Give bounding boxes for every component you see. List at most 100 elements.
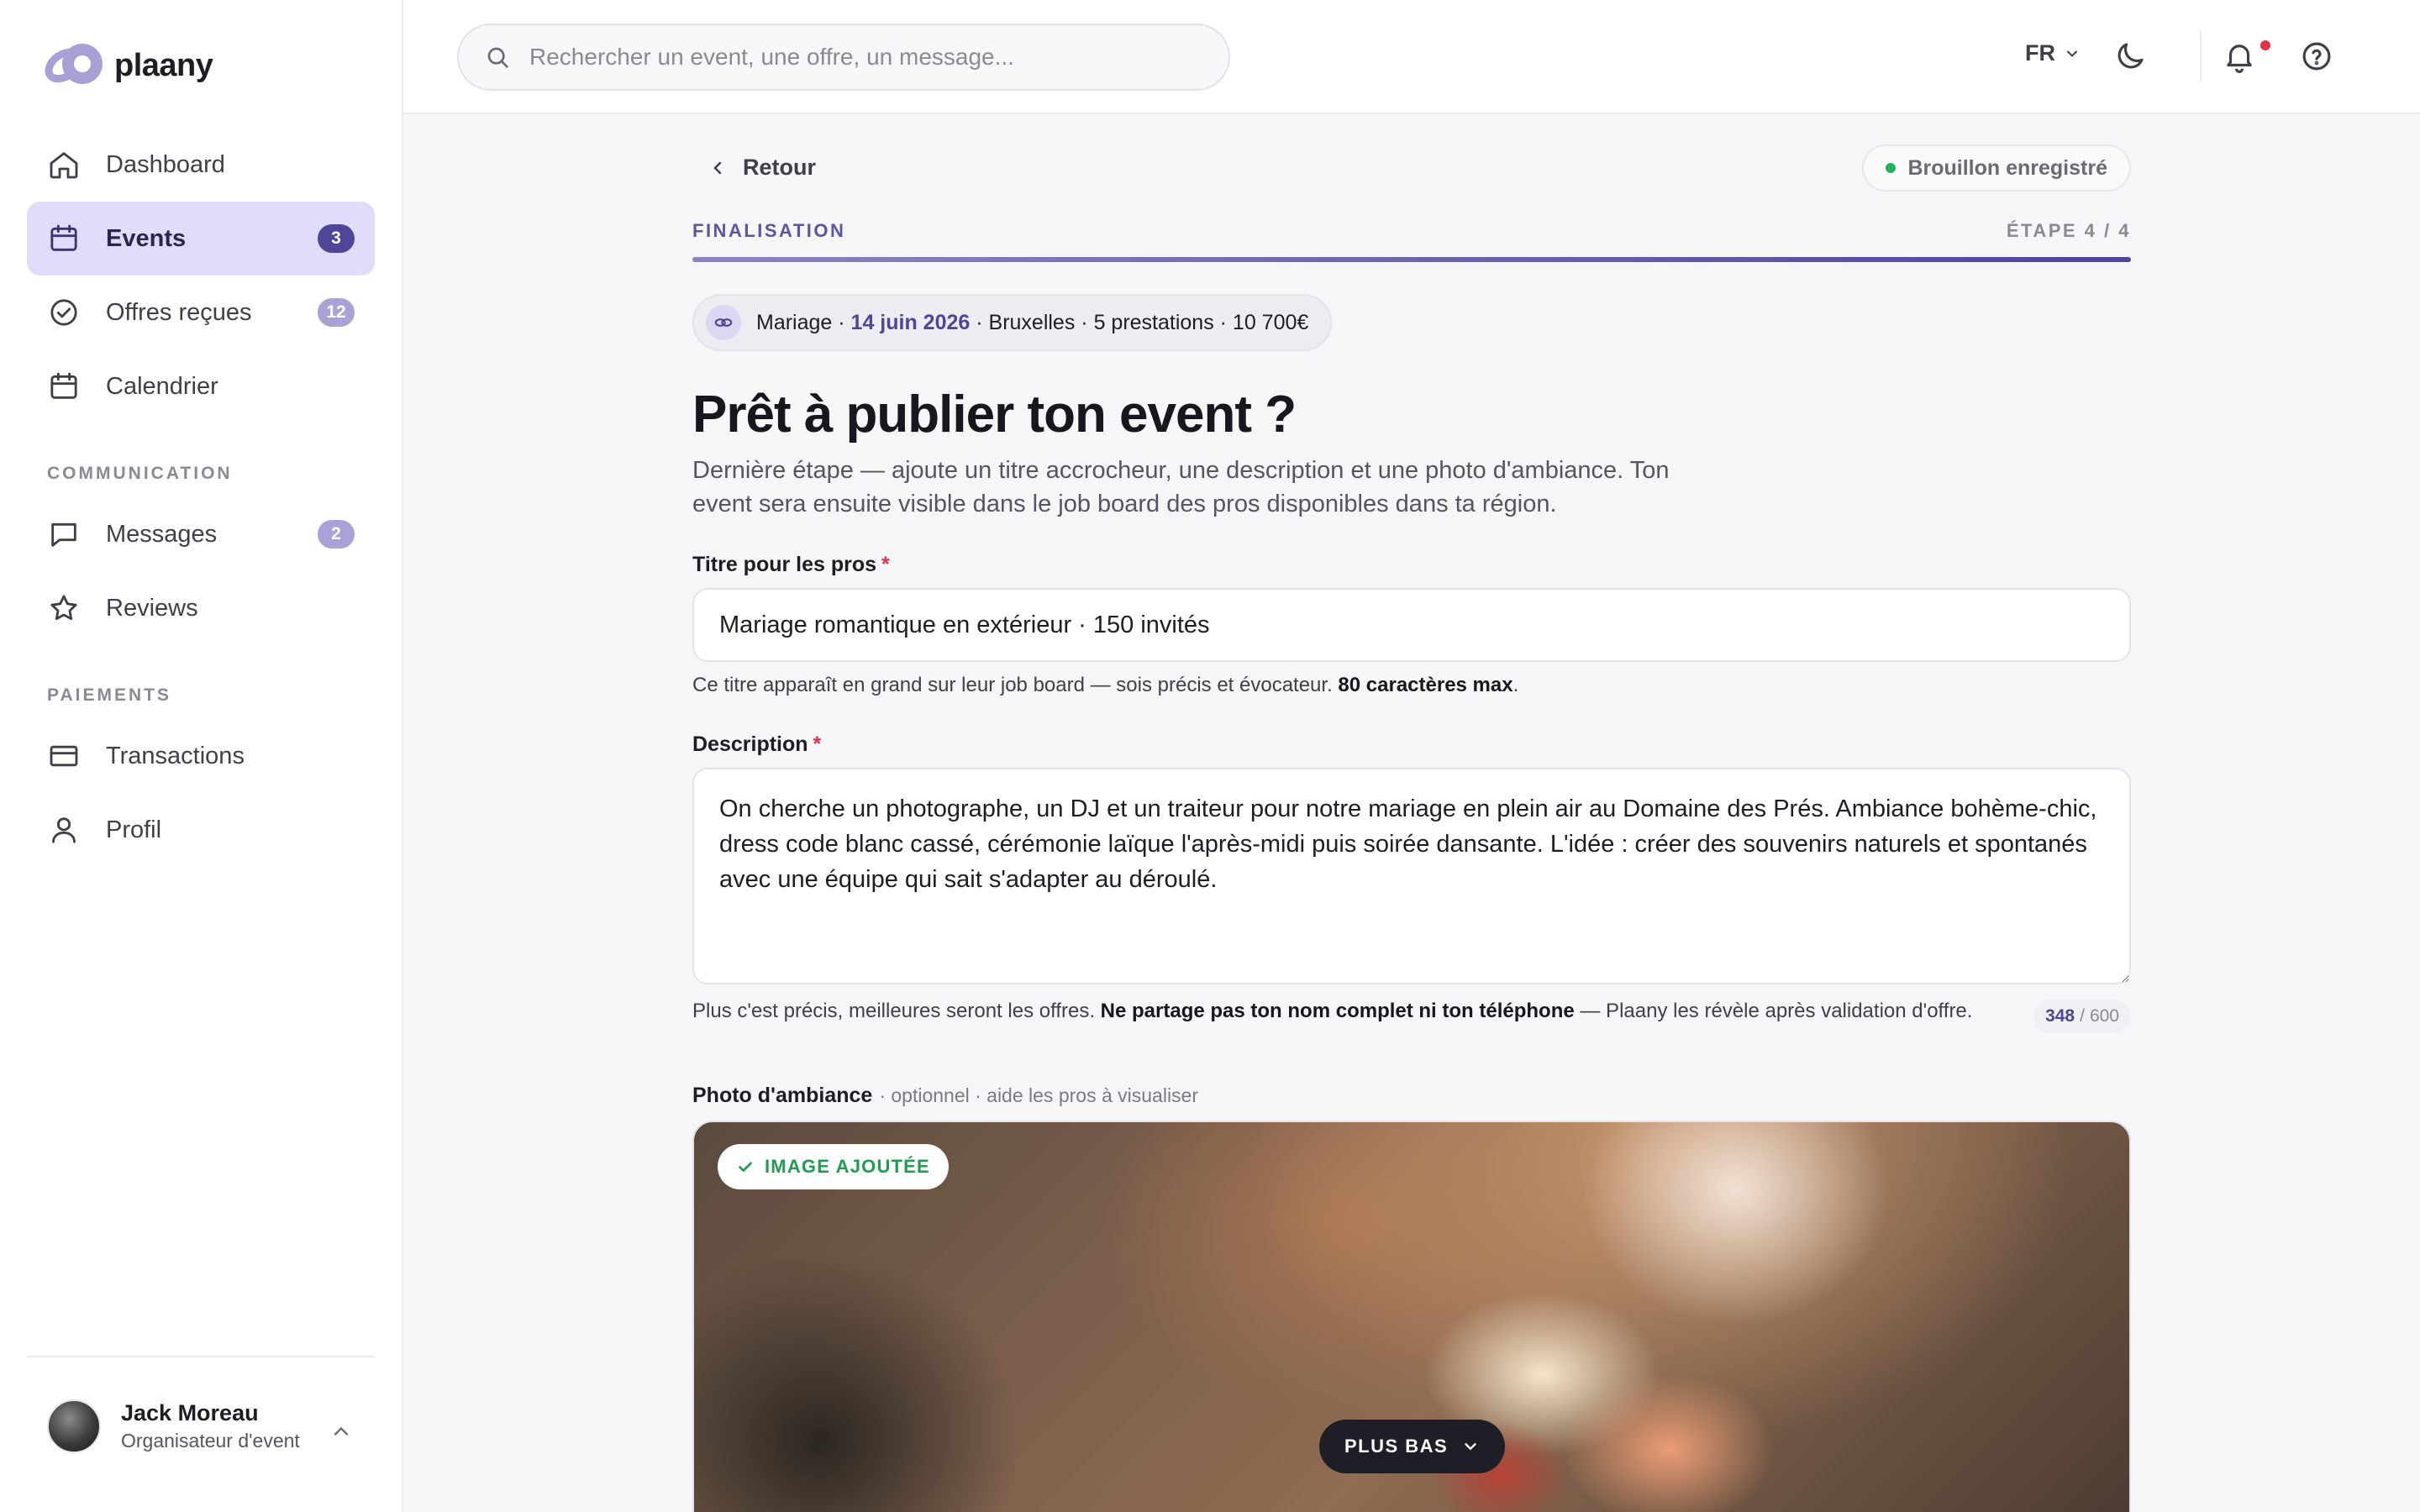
- section-label-paiements: PAIEMENTS: [47, 685, 171, 705]
- topbar: FR: [403, 0, 2420, 114]
- user-role: Organisateur d'event: [121, 1430, 300, 1452]
- sidebar-item-label: Transactions: [106, 742, 245, 769]
- required-mark: *: [881, 553, 890, 576]
- notifications-button[interactable]: [2222, 39, 2257, 74]
- character-count-separator: /: [2080, 1006, 2085, 1026]
- sidebar-item-label: Profil: [106, 816, 162, 843]
- required-mark: *: [813, 732, 822, 756]
- bell-icon: [2227, 45, 2252, 73]
- image-added-label: IMAGE AJOUTÉE: [765, 1156, 930, 1177]
- photo-field-label-text: Photo d'ambiance: [692, 1084, 873, 1107]
- character-count: 348: [2045, 1006, 2075, 1026]
- sidebar-item-transactions[interactable]: Transactions: [27, 719, 375, 793]
- back-label: Retour: [743, 155, 816, 180]
- sidebar: plaany Dashboard Events 3 Offres reçues …: [0, 0, 403, 1512]
- language-label: FR: [2025, 40, 2055, 66]
- image-added-badge: IMAGE AJOUTÉE: [718, 1144, 949, 1189]
- moon-icon: [2118, 43, 2144, 69]
- language-selector[interactable]: FR: [2025, 40, 2081, 66]
- help-icon: [2302, 42, 2331, 71]
- summary-separator: ·: [970, 310, 989, 334]
- summary-type: Mariage: [756, 310, 833, 334]
- summary-separator: ·: [832, 310, 851, 334]
- page-subtitle: Dernière étape — ajoute un titre accroch…: [692, 457, 1670, 517]
- draft-status-badge: Brouillon enregistré: [1862, 144, 2131, 192]
- progress-fill: [692, 257, 2131, 262]
- summary-separator: ·: [1213, 310, 1233, 334]
- avatar: [47, 1399, 101, 1453]
- summary-budget: 10 700€: [1232, 310, 1309, 334]
- photo-field-label: Photo d'ambiance · optionnel · aide les p…: [692, 1084, 1198, 1108]
- calendar-icon: [47, 370, 81, 403]
- sidebar-item-offres[interactable]: Offres reçues 12: [27, 276, 375, 349]
- summary-separator: ·: [1075, 310, 1094, 334]
- title-hint-suffix: .: [1512, 674, 1519, 696]
- sidebar-divider: [27, 1356, 375, 1357]
- chevron-up-icon[interactable]: [329, 1420, 353, 1443]
- user-icon: [47, 813, 81, 847]
- title-input[interactable]: [692, 588, 2131, 662]
- plaany-logo-icon: [45, 44, 103, 84]
- search-bar[interactable]: [457, 24, 1230, 91]
- brand-logo[interactable]: plaany: [42, 42, 213, 89]
- star-icon: [47, 591, 81, 625]
- message-icon: [47, 517, 81, 551]
- check-icon: [739, 1162, 752, 1172]
- sidebar-item-events[interactable]: Events 3: [27, 202, 375, 276]
- offers-count-badge: 12: [318, 298, 355, 327]
- sidebar-item-label: Calendrier: [106, 372, 218, 400]
- scroll-down-label: PLUS BAS: [1344, 1436, 1449, 1457]
- title-hint-text: Ce titre apparaît en grand sur leur job …: [692, 674, 1339, 696]
- user-name: Jack Moreau: [121, 1400, 259, 1425]
- home-icon: [47, 148, 81, 181]
- step-count: ÉTAPE 4 / 4: [2006, 220, 2131, 241]
- sidebar-item-calendrier[interactable]: Calendrier: [27, 349, 375, 423]
- sidebar-item-label: Events: [106, 224, 187, 252]
- character-counter: 348 / 600: [2033, 1000, 2131, 1033]
- event-summary-chip: Mariage · 14 juin 2026 · Bruxelles · 5 p…: [692, 294, 1333, 351]
- dark-mode-toggle[interactable]: [2112, 39, 2148, 74]
- description-textarea[interactable]: On cherche un photographe, un DJ et un t…: [692, 768, 2131, 984]
- summary-services: 5 prestations: [1093, 310, 1214, 334]
- description-hint-text: Plus c'est précis, meilleures seront les…: [692, 1000, 1101, 1022]
- notification-dot: [2260, 40, 2270, 50]
- calendar-icon: [47, 222, 81, 255]
- chevron-left-icon: [713, 161, 722, 174]
- search-input[interactable]: [529, 44, 1203, 71]
- chevron-down-icon: [2067, 50, 2077, 57]
- events-count-badge: 3: [318, 224, 355, 253]
- summary-city: Bruxelles: [988, 310, 1076, 334]
- help-button[interactable]: [2299, 39, 2334, 74]
- draft-status-label: Brouillon enregistré: [1907, 155, 2107, 180]
- photo-optional-note: · optionnel · aide les pros à visualiser: [879, 1084, 1199, 1106]
- link-icon: [714, 318, 733, 327]
- page-title: Prêt à publier ton event ?: [692, 386, 1297, 444]
- progress-bar: [692, 257, 2131, 262]
- sidebar-item-label: Offres reçues: [106, 298, 252, 326]
- status-dot: [1886, 163, 1897, 173]
- back-link[interactable]: Retour: [708, 155, 816, 181]
- description-field-label-text: Description: [692, 732, 808, 756]
- check-circle-icon: [47, 296, 81, 329]
- description-hint-bold: Ne partage pas ton nom complet ni ton té…: [1100, 1000, 1575, 1022]
- sidebar-item-label: Messages: [106, 520, 218, 548]
- section-label-communication: COMMUNICATION: [47, 464, 233, 483]
- title-hint: Ce titre apparaît en grand sur leur job …: [692, 672, 1518, 699]
- title-field-label-text: Titre pour les pros: [692, 553, 877, 576]
- title-hint-bold: 80 caractères max: [1338, 674, 1513, 696]
- description-field-label: Description *: [692, 732, 821, 757]
- sidebar-item-messages[interactable]: Messages 2: [27, 497, 375, 571]
- search-icon: [487, 47, 508, 68]
- title-field-label: Titre pour les pros *: [692, 553, 890, 577]
- scroll-down-button[interactable]: PLUS BAS: [1319, 1420, 1506, 1473]
- sidebar-item-dashboard[interactable]: Dashboard: [27, 128, 375, 202]
- messages-count-badge: 2: [318, 520, 355, 549]
- sidebar-item-label: Dashboard: [106, 150, 225, 178]
- sidebar-item-reviews[interactable]: Reviews: [27, 571, 375, 645]
- brand-name: plaany: [114, 47, 213, 83]
- sidebar-item-profil[interactable]: Profil: [27, 793, 375, 867]
- character-max: 600: [2089, 1006, 2119, 1026]
- user-card[interactable]: Jack Moreau Organisateur d'event: [47, 1399, 300, 1453]
- description-hint: Plus c'est précis, meilleures seront les…: [692, 998, 2003, 1025]
- sidebar-item-label: Reviews: [106, 594, 198, 622]
